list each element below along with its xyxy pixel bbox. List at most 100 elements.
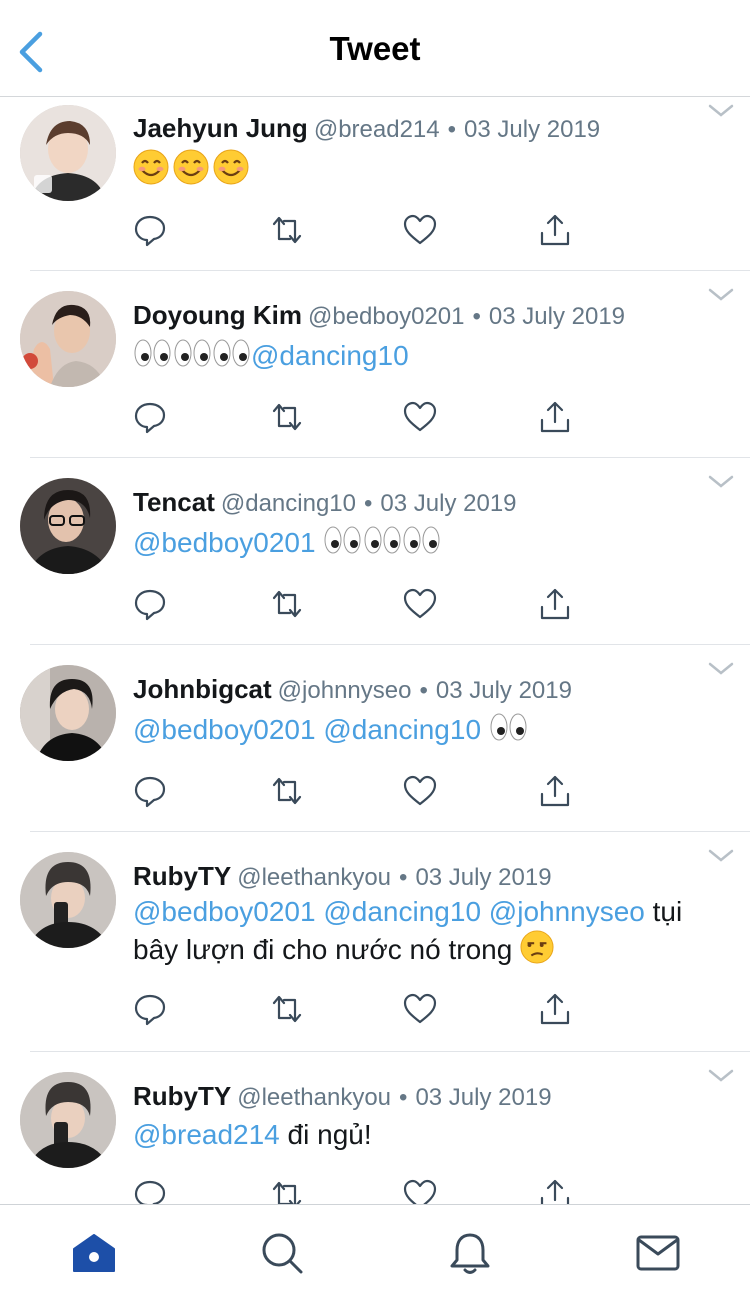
chevron-down-icon[interactable] — [708, 103, 734, 119]
tweet-header: RubyTY @leethankyou • 03 July 2019 — [133, 861, 710, 893]
bottom-tab-bar — [0, 1204, 750, 1303]
share-icon[interactable] — [538, 587, 572, 621]
tweet-actions — [133, 213, 573, 249]
author-handle[interactable]: @bedboy0201 — [308, 303, 465, 330]
heart-icon[interactable] — [403, 992, 437, 1026]
author-handle[interactable]: @bread214 — [314, 116, 440, 143]
tweet-date: 03 July 2019 — [464, 116, 601, 143]
avatar[interactable] — [20, 665, 116, 761]
top-nav-bar: Tweet — [0, 0, 750, 97]
smiling-face-emoji — [133, 149, 253, 186]
retweet-icon[interactable] — [270, 774, 304, 808]
heart-icon[interactable] — [403, 587, 437, 621]
retweet-icon[interactable] — [270, 1178, 304, 1204]
home-icon[interactable] — [70, 1229, 118, 1277]
tweet-item[interactable]: Tencat @dancing10 • 03 July 2019 @bedboy020… — [0, 458, 750, 645]
separator-dot: • — [472, 303, 481, 330]
heart-icon[interactable] — [403, 400, 437, 434]
search-icon[interactable] — [258, 1229, 306, 1277]
mention-link[interactable]: @bedboy0201 — [133, 527, 316, 558]
tweet-item[interactable]: RubyTY @leethankyou • 03 July 2019 @bedboy0… — [0, 832, 750, 1052]
share-icon[interactable] — [538, 213, 572, 247]
author-handle[interactable]: @johnnyseo — [278, 677, 412, 704]
heart-icon[interactable] — [403, 213, 437, 247]
author-name[interactable]: Tencat — [133, 487, 215, 517]
separator-dot: • — [419, 677, 428, 704]
tweet-header: Tencat @dancing10 • 03 July 2019 — [133, 487, 710, 519]
author-name[interactable]: Doyoung Kim — [133, 300, 302, 330]
tweet-text: @bedboy0201 @dancing10 @johnnyseo tụi bâ… — [133, 894, 714, 968]
tweet-text: @bread214 đi ngủ! — [133, 1116, 714, 1153]
mention-link[interactable]: @dancing10 — [323, 714, 481, 745]
mention-link[interactable]: @bread214 — [133, 1119, 280, 1150]
tweet-item[interactable]: Doyoung Kim @bedboy0201 • 03 July 2019 @dan… — [0, 271, 750, 458]
author-handle[interactable]: @leethankyou — [237, 1084, 391, 1111]
author-name[interactable]: Johnbigcat — [133, 674, 272, 704]
tweet-actions — [133, 587, 573, 623]
tweet-header: Jaehyun Jung @bread214 • 03 July 2019 — [133, 113, 710, 145]
heart-icon[interactable] — [403, 1178, 437, 1204]
tweet-actions — [133, 1178, 573, 1204]
tweet-item[interactable]: Johnbigcat @johnnyseo • 03 July 2019 @bedbo… — [0, 645, 750, 832]
tweet-item[interactable]: Jaehyun Jung @bread214 • 03 July 2019 — [0, 97, 750, 271]
avatar[interactable] — [20, 291, 116, 387]
chevron-down-icon[interactable] — [708, 848, 734, 864]
mention-link[interactable]: @dancing10 — [251, 340, 409, 371]
mention-link[interactable]: @bedboy0201 — [133, 714, 316, 745]
tweet-date: 03 July 2019 — [435, 677, 572, 704]
mention-link[interactable]: @dancing10 — [323, 896, 481, 927]
bell-icon[interactable] — [446, 1229, 494, 1277]
mention-link[interactable]: @bedboy0201 — [133, 896, 316, 927]
separator-dot: • — [364, 490, 373, 517]
heart-icon[interactable] — [403, 774, 437, 808]
author-handle[interactable]: @dancing10 — [221, 490, 356, 517]
separator-dot: • — [399, 864, 408, 891]
retweet-icon[interactable] — [270, 400, 304, 434]
separator-dot: • — [447, 116, 457, 143]
reply-icon[interactable] — [133, 587, 167, 621]
share-icon[interactable] — [538, 774, 572, 808]
share-icon[interactable] — [538, 992, 572, 1026]
tweet-actions — [133, 992, 573, 1028]
tweet-text: @dancing10 — [133, 337, 714, 374]
chevron-down-icon[interactable] — [708, 287, 734, 303]
mail-icon[interactable] — [634, 1229, 682, 1277]
reply-icon[interactable] — [133, 774, 167, 808]
share-icon[interactable] — [538, 1178, 572, 1204]
tweet-header: Johnbigcat @johnnyseo • 03 July 2019 — [133, 674, 710, 706]
tweet-text: @bedboy0201 — [133, 524, 714, 561]
chevron-down-icon[interactable] — [708, 474, 734, 490]
tweet-text: @bedboy0201 @dancing10 — [133, 711, 714, 748]
author-name[interactable]: Jaehyun Jung — [133, 113, 308, 143]
chevron-down-icon[interactable] — [708, 1068, 734, 1084]
page-title: Tweet — [329, 30, 421, 67]
author-name[interactable]: RubyTY — [133, 861, 231, 891]
reply-icon[interactable] — [133, 992, 167, 1026]
author-handle[interactable]: @leethankyou — [237, 864, 391, 891]
chevron-down-icon[interactable] — [708, 661, 734, 677]
retweet-icon[interactable] — [270, 587, 304, 621]
tweet-date: 03 July 2019 — [415, 1084, 552, 1111]
tweet-date: 03 July 2019 — [488, 303, 626, 330]
tweet-header: Doyoung Kim @bedboy0201 • 03 July 2019 — [133, 300, 710, 332]
author-name[interactable]: RubyTY — [133, 1081, 231, 1111]
avatar[interactable] — [20, 478, 116, 574]
share-icon[interactable] — [538, 400, 572, 434]
avatar[interactable] — [20, 105, 116, 201]
separator-dot: • — [399, 1084, 408, 1111]
reply-icon[interactable] — [133, 400, 167, 434]
unamused-face-emoji — [520, 930, 558, 965]
retweet-icon[interactable] — [270, 213, 304, 247]
mention-link[interactable]: @johnnyseo — [489, 896, 645, 927]
reply-icon[interactable] — [133, 213, 167, 247]
tweet-actions — [133, 400, 573, 436]
retweet-icon[interactable] — [270, 992, 304, 1026]
tweet-item[interactable]: RubyTY @leethankyou • 03 July 2019 @bread21… — [0, 1052, 750, 1204]
tweet-thread[interactable]: Jaehyun Jung @bread214 • 03 July 2019 Do… — [0, 97, 750, 1204]
tweet-actions — [133, 774, 573, 810]
eyes-emoji — [133, 339, 251, 371]
reply-icon[interactable] — [133, 1178, 167, 1204]
avatar[interactable] — [20, 852, 116, 948]
tweet-date: 03 July 2019 — [380, 490, 517, 517]
avatar[interactable] — [20, 1072, 116, 1168]
